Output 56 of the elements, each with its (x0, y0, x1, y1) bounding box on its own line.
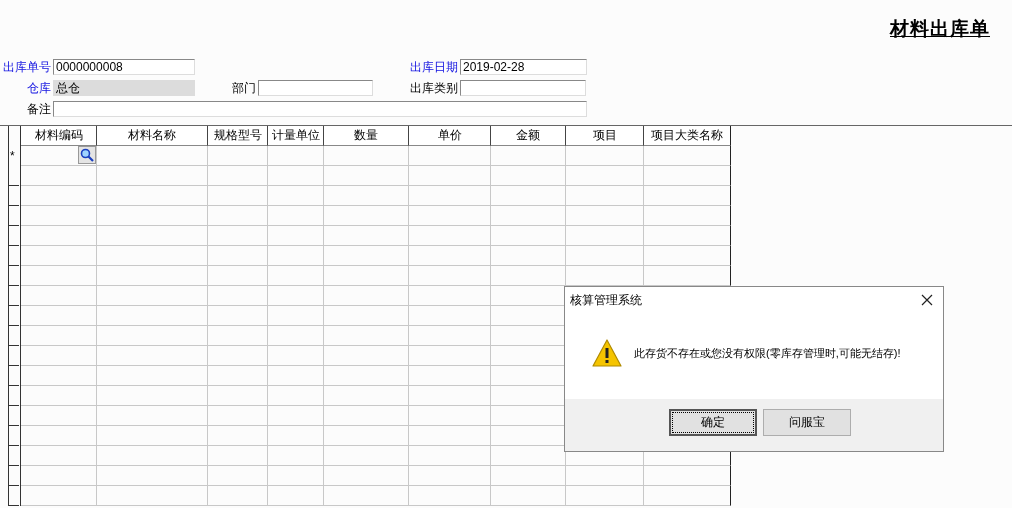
table-cell[interactable] (644, 246, 731, 266)
input-field[interactable] (460, 80, 586, 96)
row-header[interactable] (8, 466, 21, 486)
row-header[interactable] (8, 226, 21, 246)
column-header[interactable]: 项目 (566, 126, 644, 146)
field-label: 部门 (231, 79, 257, 97)
new-row-marker: * (9, 149, 15, 163)
input-field[interactable] (53, 101, 587, 117)
warning-icon (591, 338, 623, 368)
table-cell[interactable] (644, 206, 731, 226)
table-cell[interactable] (644, 486, 731, 506)
input-field[interactable]: 2019-02-28 (460, 59, 587, 75)
dialog-message: 此存货不存在或您没有权限(零库存管理时,可能无结存)! (634, 345, 901, 361)
field-label: 仓库 (26, 79, 52, 97)
dialog-button[interactable]: 确定 (669, 409, 757, 436)
search-button[interactable] (78, 146, 96, 164)
close-icon[interactable] (921, 294, 933, 306)
field-label: 出库单号 (2, 58, 52, 76)
column-header[interactable]: 数量 (324, 126, 409, 146)
column-header[interactable]: 材料名称 (97, 126, 208, 146)
row-header[interactable] (8, 186, 21, 206)
table-cell[interactable] (644, 466, 731, 486)
row-header[interactable] (8, 166, 21, 186)
column-header[interactable]: 金额 (491, 126, 566, 146)
column-header[interactable]: 材料编码 (21, 126, 97, 146)
search-icon (80, 148, 94, 162)
field-label: 备注 (26, 100, 52, 118)
table-cell[interactable] (644, 146, 731, 166)
row-header[interactable] (8, 326, 21, 346)
column-header[interactable]: 单价 (409, 126, 491, 146)
row-header[interactable]: * (8, 146, 21, 166)
table-cell[interactable] (644, 226, 731, 246)
row-header[interactable] (8, 306, 21, 326)
row-header[interactable] (8, 246, 21, 266)
table-cell[interactable] (644, 186, 731, 206)
column-header[interactable]: 计量单位 (268, 126, 324, 146)
row-header[interactable] (8, 486, 21, 506)
input-field[interactable]: 0000000008 (53, 59, 195, 75)
column-header[interactable]: 规格型号 (208, 126, 268, 146)
row-header[interactable] (8, 346, 21, 366)
document-title: 材料出库单 (890, 17, 990, 41)
column-header[interactable]: 项目大类名称 (644, 126, 731, 146)
row-header[interactable] (8, 366, 21, 386)
row-header[interactable] (8, 446, 21, 466)
row-header[interactable] (8, 406, 21, 426)
field-label: 出库日期 (409, 58, 459, 76)
table-cell[interactable] (644, 166, 731, 186)
row-header[interactable] (8, 426, 21, 446)
field-label: 出库类别 (409, 79, 459, 97)
dialog-button[interactable]: 问服宝 (763, 409, 851, 436)
row-header[interactable] (8, 386, 21, 406)
row-header[interactable] (8, 266, 21, 286)
dialog-title: 核算管理系统 (570, 291, 642, 309)
input-field[interactable] (258, 80, 373, 96)
row-header[interactable] (8, 206, 21, 226)
row-header[interactable] (8, 286, 21, 306)
